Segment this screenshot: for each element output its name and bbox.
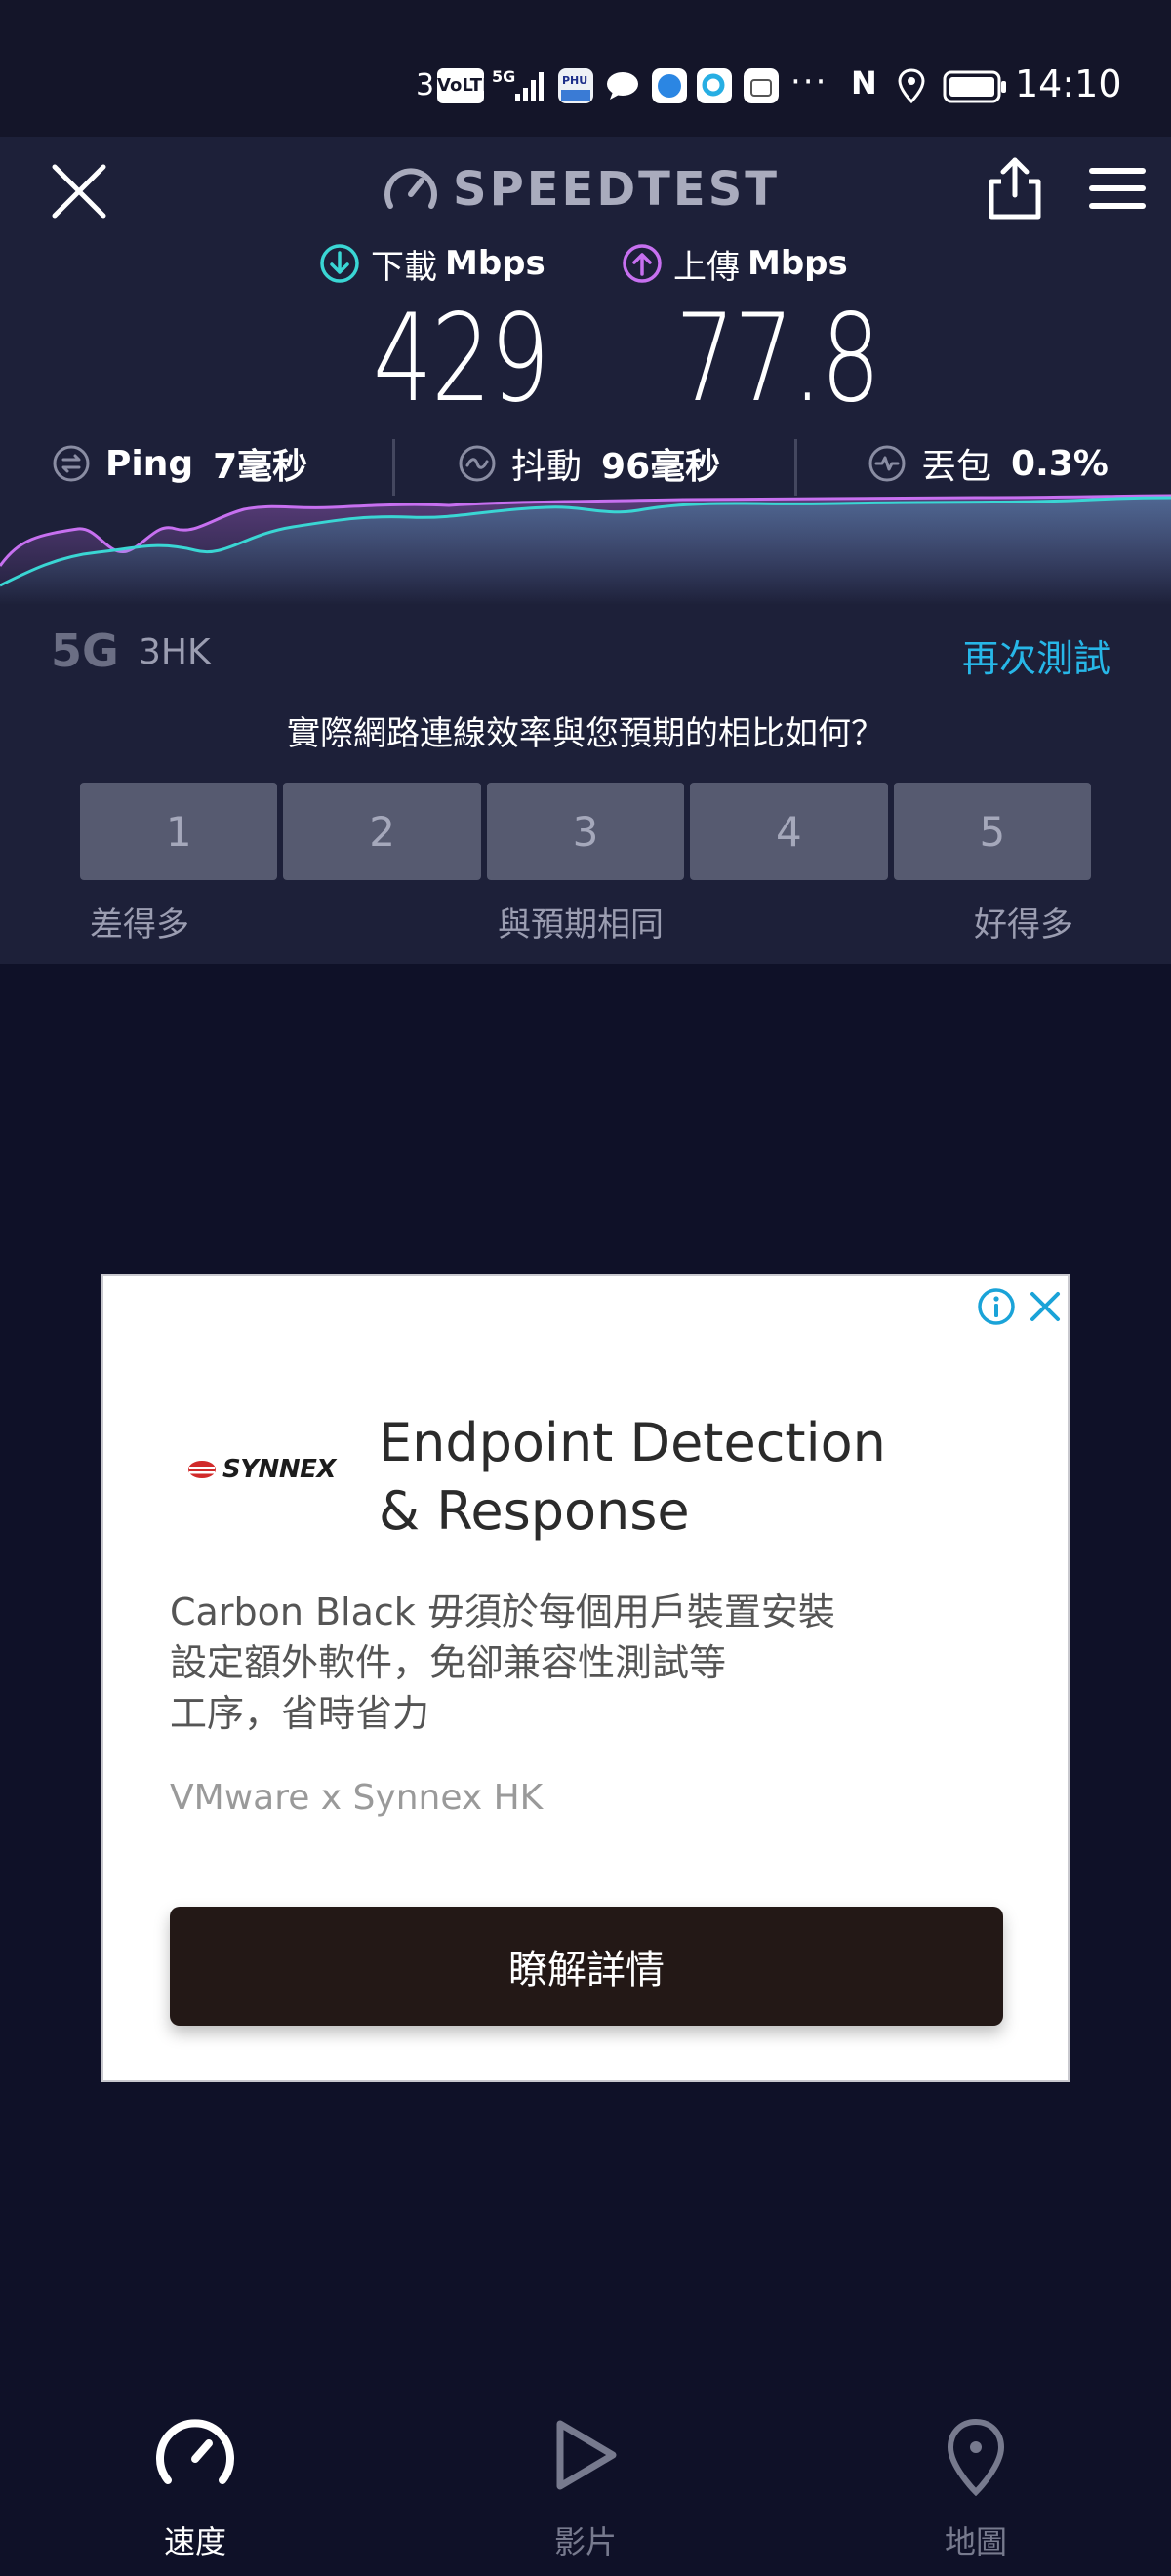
nav-tab-speed[interactable]: 速度 xyxy=(98,2408,293,2560)
nfc-icon: N xyxy=(851,64,877,101)
packet-loss-value: 0.3% xyxy=(1011,443,1109,484)
rating-caption-mid: 與預期相同 xyxy=(498,906,664,945)
close-icon[interactable] xyxy=(49,161,109,221)
rating-question: 實際網路連線效率與您預期的相比如何？ xyxy=(287,714,884,753)
ad-description: Carbon Black 毋須於每個用戶裝置安裝 設定額外軟件，免卻兼容性測試等… xyxy=(170,1587,950,1739)
ad-description-line: 工序，省時省力 xyxy=(170,1692,430,1735)
speedometer-icon xyxy=(156,2419,234,2484)
map-pin-icon xyxy=(947,2418,1005,2496)
clock-time: 14:10 xyxy=(1015,62,1122,105)
upload-label-text: 上傳 xyxy=(673,247,740,287)
brand-name: SPEEDTEST xyxy=(453,162,781,217)
jitter-stat: 抖動 96毫秒 xyxy=(457,435,720,492)
volte-badge: VoLTE xyxy=(437,68,494,103)
speedtest-logo: SPEEDTEST xyxy=(383,158,780,221)
download-graph-area xyxy=(0,498,1171,605)
signal-strength-icon: 5G xyxy=(492,67,544,101)
nav-tab-video[interactable]: 影片 xyxy=(488,2408,683,2560)
rating-option-1[interactable]: 1 xyxy=(80,783,278,880)
ad-description-line: Carbon Black 毋須於每個用戶裝置安裝 xyxy=(170,1590,835,1633)
packet-loss-icon xyxy=(868,445,906,482)
more-notifications-indicator: ··· xyxy=(790,62,828,101)
ad-description-line: 設定額外軟件，免卻兼容性測試等 xyxy=(170,1641,727,1684)
play-icon xyxy=(556,2420,617,2490)
location-icon xyxy=(898,68,925,103)
status-bar: 3 VoLTE 5G PHU ··· N 14:10 xyxy=(0,0,1171,137)
ad-close-icon[interactable] xyxy=(1025,1286,1066,1327)
ping-icon xyxy=(53,445,90,482)
rating-option-4[interactable]: 4 xyxy=(690,783,888,880)
svg-text:PHU: PHU xyxy=(562,74,587,87)
ad-headline: Endpoint Detection & Response xyxy=(379,1409,984,1546)
rating-option-3[interactable]: 3 xyxy=(486,783,685,880)
pccw-app-icon: PHU xyxy=(558,68,593,103)
synnex-logo: SYNNEX xyxy=(187,1450,336,1489)
upload-arrow-icon xyxy=(623,244,662,283)
ad-sponsor: VMware x Synnex HK xyxy=(170,1778,544,1818)
svg-text:5G: 5G xyxy=(492,67,515,86)
ad-headline-line: Endpoint Detection xyxy=(379,1412,886,1473)
browser-app-icon xyxy=(652,68,687,103)
rating-option-5[interactable]: 5 xyxy=(893,783,1092,880)
ad-headline-line: & Response xyxy=(379,1480,690,1542)
download-speed-value: 429 xyxy=(373,289,549,429)
upload-label: 上傳 Mbps xyxy=(621,238,848,289)
network-type: 5G xyxy=(51,624,119,677)
download-label-text: 下載 xyxy=(371,247,437,287)
packet-loss-stat: 丟包 0.3% xyxy=(867,435,1109,492)
download-label: 下載 Mbps xyxy=(318,238,545,289)
rating-caption-low: 差得多 xyxy=(90,906,189,945)
nav-tab-map-label: 地圖 xyxy=(944,2523,1007,2560)
carrier-name: 3HK xyxy=(139,632,211,672)
huawei-app-icon xyxy=(744,68,779,103)
ping-label: Ping xyxy=(105,443,194,484)
retest-button[interactable]: 再次測試 xyxy=(962,628,1110,682)
ping-stat: Ping 7毫秒 xyxy=(51,435,307,492)
ping-value: 7毫秒 xyxy=(213,447,308,487)
download-arrow-icon xyxy=(320,244,359,283)
upload-unit: Mbps xyxy=(747,244,848,283)
rating-scale: 1 2 3 4 5 xyxy=(80,783,1092,880)
synnex-logo-text: SYNNEX xyxy=(222,1455,336,1484)
download-unit: Mbps xyxy=(445,244,545,283)
rating-caption-high: 好得多 xyxy=(974,906,1073,945)
speedometer-logo-icon xyxy=(384,168,437,209)
advertisement[interactable]: SYNNEX Endpoint Detection & Response Car… xyxy=(101,1274,1070,2082)
share-icon[interactable] xyxy=(986,156,1044,221)
jitter-icon xyxy=(459,445,496,482)
rating-option-2[interactable]: 2 xyxy=(283,783,481,880)
nav-tab-video-label: 影片 xyxy=(553,2523,617,2560)
nav-tab-speed-label: 速度 xyxy=(163,2523,226,2560)
sim-carrier-index: 3 xyxy=(416,68,435,102)
jitter-label: 抖動 xyxy=(511,447,583,487)
jitter-value: 96毫秒 xyxy=(601,447,721,487)
nav-tab-map[interactable]: 地圖 xyxy=(878,2408,1073,2560)
menu-icon[interactable] xyxy=(1087,166,1148,211)
speed-graph xyxy=(0,494,1171,605)
ad-cta-button[interactable]: 瞭解詳情 xyxy=(170,1907,1003,2026)
battery-icon xyxy=(943,70,1006,103)
message-icon xyxy=(607,72,638,100)
synnex-logo-mark-icon xyxy=(188,1461,216,1478)
packet-loss-label: 丟包 xyxy=(921,447,992,487)
ad-info-icon[interactable] xyxy=(976,1286,1017,1327)
upload-speed-value: 77.8 xyxy=(675,289,881,429)
search-app-icon xyxy=(697,68,732,103)
